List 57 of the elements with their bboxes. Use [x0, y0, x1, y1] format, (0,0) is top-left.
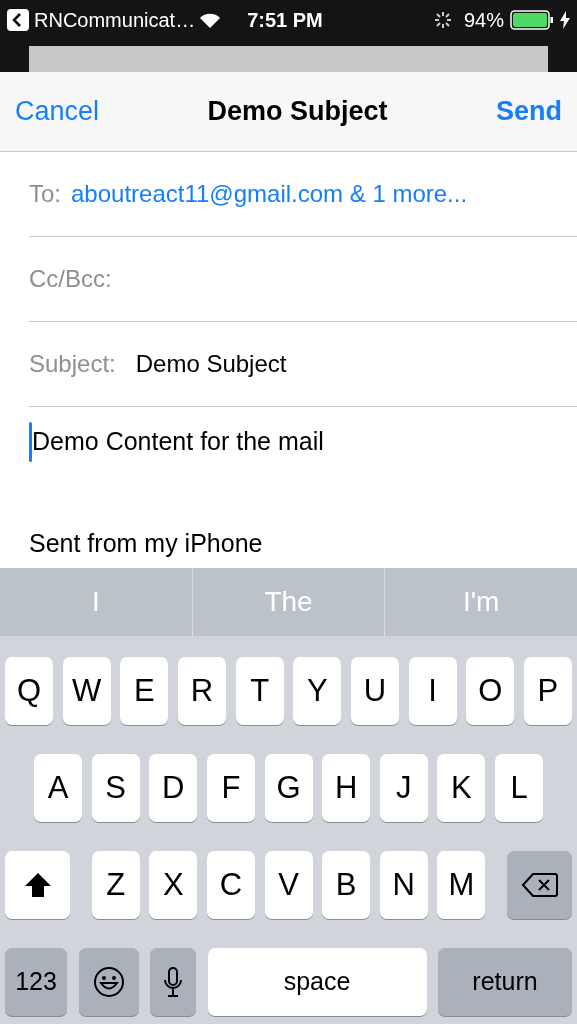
subject-field[interactable]: Demo Subject [135, 346, 287, 382]
space-key[interactable]: space [207, 948, 427, 1016]
backspace-icon [521, 872, 558, 898]
spinner-icon [433, 11, 452, 29]
return-key[interactable]: return [438, 948, 572, 1016]
battery-percent: 94% [463, 8, 504, 33]
key[interactable]: C [206, 851, 255, 919]
numbers-key[interactable]: 123 [5, 948, 67, 1016]
key[interactable]: P [523, 657, 572, 725]
key[interactable]: E [120, 657, 169, 725]
text-cursor [29, 422, 32, 462]
shift-icon [23, 872, 52, 898]
back-app-label[interactable]: RNCommunicat… [34, 5, 196, 35]
wifi-icon [199, 11, 222, 29]
key[interactable]: Z [91, 851, 140, 919]
charging-icon [560, 11, 570, 29]
backspace-key[interactable] [507, 851, 572, 919]
body-text: Sent from my iPhone [29, 528, 263, 560]
send-button[interactable]: Send [495, 91, 562, 132]
key[interactable]: T [235, 657, 284, 725]
nav-title: Demo Subject [207, 95, 388, 129]
key[interactable]: V [264, 851, 313, 919]
key[interactable]: B [322, 851, 371, 919]
key[interactable]: G [264, 754, 313, 822]
recipients-field[interactable]: aboutreact11@gmail.com & 1 more... [71, 176, 468, 212]
key[interactable]: H [322, 754, 371, 822]
key[interactable]: J [379, 754, 428, 822]
microphone-icon [163, 966, 183, 998]
key[interactable]: O [466, 657, 515, 725]
body-text: Demo Content for the mail [32, 426, 324, 458]
field-label: To: [29, 179, 61, 209]
key[interactable]: U [350, 657, 399, 725]
key[interactable]: D [149, 754, 198, 822]
key[interactable]: I [408, 657, 457, 725]
shift-key[interactable] [5, 851, 70, 919]
key[interactable]: N [379, 851, 428, 919]
key[interactable]: R [177, 657, 226, 725]
key[interactable]: L [495, 754, 543, 822]
back-icon[interactable] [7, 9, 29, 31]
battery-icon [510, 10, 554, 30]
field-label: Subject: [29, 349, 116, 379]
key[interactable]: F [206, 754, 255, 822]
key[interactable]: X [149, 851, 198, 919]
key[interactable]: Q [5, 657, 53, 725]
key[interactable]: W [62, 657, 111, 725]
cancel-button[interactable]: Cancel [15, 91, 100, 132]
field-label: Cc/Bcc: [29, 264, 112, 294]
key[interactable]: Y [293, 657, 342, 725]
emoji-key[interactable] [78, 948, 139, 1016]
dictation-key[interactable] [150, 948, 196, 1016]
key[interactable]: K [437, 754, 486, 822]
message-body[interactable]: Demo Content for the mail Sent from my iPhone [0, 407, 577, 568]
smiley-icon [92, 966, 125, 998]
key[interactable]: S [91, 754, 140, 822]
key[interactable]: A [34, 754, 82, 822]
clock: 7:51 PM [247, 8, 323, 33]
key[interactable]: M [437, 851, 486, 919]
